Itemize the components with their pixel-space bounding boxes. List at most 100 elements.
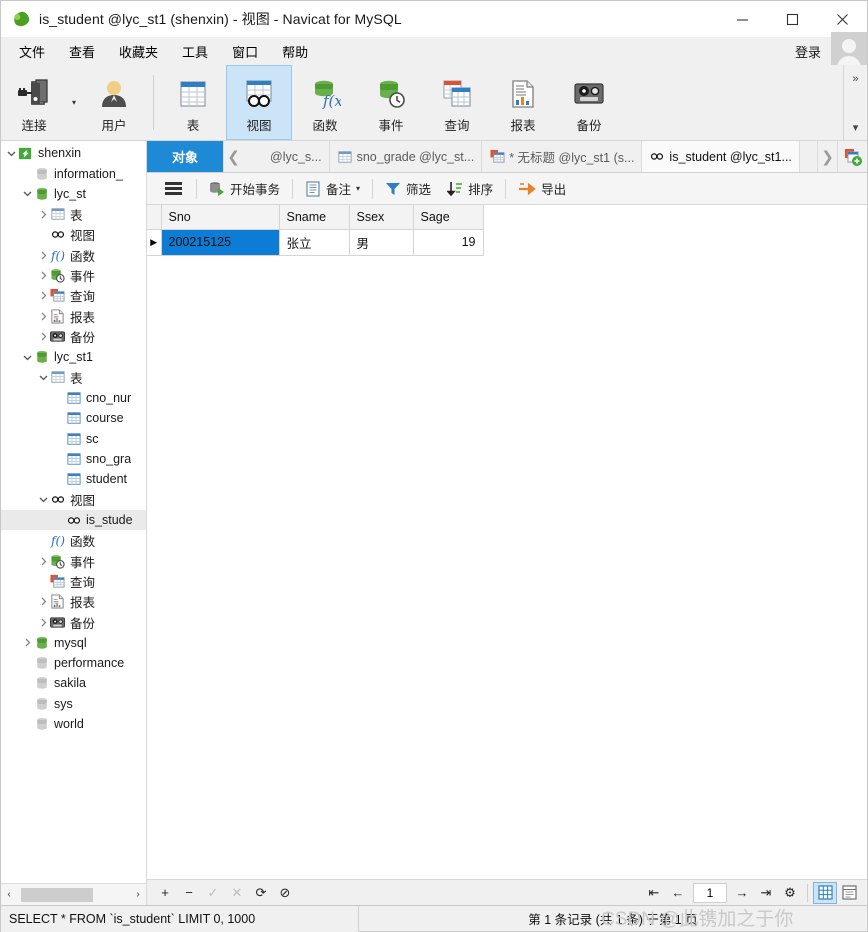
chevron-down-icon[interactable] [37, 373, 49, 382]
tree-node-cno_nur[interactable]: cno_nur [1, 388, 146, 408]
column-header[interactable]: Sno [161, 205, 280, 230]
tree-node-course[interactable]: course [1, 408, 146, 428]
tree-node-sno_gra[interactable]: sno_gra [1, 449, 146, 469]
tree-node-[interactable]: 查询 [1, 286, 146, 306]
tree-node-[interactable]: 事件 [1, 551, 146, 571]
menu-item-window[interactable]: 窗口 [220, 38, 270, 65]
chevron-down-icon[interactable] [5, 149, 17, 158]
tab-item[interactable]: @lyc_s... [243, 141, 330, 172]
tree-node-[interactable]: f() 函数 [1, 245, 146, 265]
column-header[interactable]: Sname [279, 205, 350, 230]
toolbar-overflow-icon[interactable]: » [852, 73, 858, 85]
scroll-left-icon[interactable]: ‹ [1, 889, 17, 900]
chevron-right-icon[interactable] [37, 557, 49, 566]
form-view-icon[interactable] [837, 882, 861, 904]
toolbar-button-backup[interactable]: 备份 [556, 65, 622, 140]
tree-node-is_stude[interactable]: is_stude [1, 510, 146, 531]
begin-transaction-button[interactable]: 开始事务 [201, 176, 288, 202]
tree-node-world[interactable]: world [1, 714, 146, 734]
table-row[interactable]: ▶ 200215125 张立男 19 [147, 229, 484, 256]
object-tree[interactable]: shenxin information_ lyc_st 表视图 f() 函数 事件 查询 报表备… [1, 141, 146, 883]
connection-dropdown-caret-icon[interactable]: ▾ [67, 65, 81, 140]
chevron-down-icon[interactable] [37, 495, 49, 504]
menu-item-favorites[interactable]: 收藏夹 [107, 38, 170, 65]
sort-button[interactable]: 排序 [439, 176, 501, 202]
tree-node-[interactable]: 事件 [1, 265, 146, 285]
tree-node-mysql[interactable]: mysql [1, 632, 146, 652]
refresh-button[interactable]: ⟳ [249, 882, 273, 904]
tree-node-shenxin[interactable]: shenxin [1, 143, 146, 163]
chevron-right-icon[interactable] [37, 332, 49, 341]
last-page-button[interactable]: ⇥ [754, 882, 778, 904]
add-record-button[interactable]: + [153, 882, 177, 904]
hamburger-icon[interactable] [155, 182, 192, 195]
chevron-down-icon[interactable] [21, 353, 33, 362]
minimize-button[interactable] [717, 1, 767, 37]
grid-cell[interactable]: 19 [413, 229, 484, 256]
chevron-right-icon[interactable] [37, 210, 49, 219]
chevron-right-icon[interactable] [21, 638, 33, 647]
delete-record-button[interactable]: − [177, 882, 201, 904]
toolbar-button-user[interactable]: 用户 [81, 65, 147, 140]
grid-view-icon[interactable] [813, 881, 837, 904]
toolbar-button-view[interactable]: 视图 [226, 65, 292, 140]
toolbar-button-event[interactable]: 事件 [358, 65, 424, 140]
tree-node-[interactable]: 查询 [1, 571, 146, 591]
tree-node-information_[interactable]: information_ [1, 163, 146, 183]
scrollbar-track[interactable] [17, 887, 130, 902]
tab-item[interactable]: * 无标题 @lyc_st1 (s... [482, 141, 643, 172]
menu-item-tools[interactable]: 工具 [170, 38, 220, 65]
tree-node-sys[interactable]: sys [1, 694, 146, 714]
scrollbar-thumb[interactable] [21, 887, 93, 902]
chevron-right-icon[interactable] [37, 271, 49, 280]
tab-scroll-left-icon[interactable]: ❮ [223, 141, 243, 172]
page-number-input[interactable]: 1 [693, 882, 727, 903]
note-caret-icon[interactable]: ▾ [356, 184, 360, 193]
toolbar-button-report[interactable]: 报表 [490, 65, 556, 140]
tab-scroll-right-icon[interactable]: ❯ [817, 141, 837, 172]
prev-page-button[interactable]: ← [666, 882, 690, 904]
next-page-button[interactable]: → [730, 882, 754, 904]
cancel-change-button[interactable]: ✕ [225, 882, 249, 904]
column-header[interactable]: Ssex [349, 205, 414, 230]
tree-node-[interactable]: 视图 [1, 225, 146, 245]
chevron-right-icon[interactable] [37, 312, 49, 321]
toolbar-button-function[interactable]: f(x) 函数 [292, 65, 358, 140]
tab-item[interactable]: sno_grade @lyc_st... [330, 141, 483, 172]
apply-change-button[interactable]: ✓ [201, 882, 225, 904]
settings-button[interactable]: ⚙ [778, 882, 802, 904]
chevron-right-icon[interactable] [37, 597, 49, 606]
menu-item-view[interactable]: 查看 [57, 38, 107, 65]
tree-node-[interactable]: 报表 [1, 592, 146, 612]
sidebar-horizontal-scrollbar[interactable]: ‹ › [1, 883, 146, 905]
grid-cell[interactable]: 200215125 [161, 229, 280, 256]
filter-button[interactable]: 筛选 [377, 176, 439, 202]
tree-node-lyc_st1[interactable]: lyc_st1 [1, 347, 146, 367]
note-button[interactable]: 备注 ▾ [297, 176, 368, 202]
grid-cell[interactable]: 张立 [279, 229, 350, 256]
export-button[interactable]: 导出 [510, 176, 574, 202]
tree-node-sc[interactable]: sc [1, 428, 146, 448]
login-link[interactable]: 登录 [785, 42, 831, 61]
tree-node-[interactable]: 表 [1, 367, 146, 387]
tab-objects[interactable]: 对象 [147, 141, 223, 172]
chevron-right-icon[interactable] [37, 251, 49, 260]
toolbar-button-query[interactable]: 查询 [424, 65, 490, 140]
toolbar-more-icon[interactable]: ▾ [853, 121, 859, 134]
tree-node-[interactable]: 报表 [1, 306, 146, 326]
tree-node-[interactable]: 表 [1, 204, 146, 224]
chevron-right-icon[interactable] [37, 291, 49, 300]
tree-node-[interactable]: 备份 [1, 612, 146, 632]
stop-button[interactable]: ⊘ [273, 882, 297, 904]
toolbar-button-connection[interactable]: 连接 [1, 65, 67, 140]
tree-node-[interactable]: 备份 [1, 327, 146, 347]
scroll-right-icon[interactable]: › [130, 889, 146, 900]
tab-item[interactable]: is_student @lyc_st1... [642, 141, 800, 172]
data-grid[interactable]: Sno Sname Ssex Sage ▶ 200215125 张立男 19 [147, 205, 867, 879]
column-header[interactable]: Sage [413, 205, 484, 230]
toolbar-overflow[interactable]: » ▾ [843, 65, 867, 140]
row-marker[interactable]: ▶ [147, 229, 162, 256]
tree-node-[interactable]: 视图 [1, 490, 146, 510]
tree-node-[interactable]: f() 函数 [1, 530, 146, 550]
first-page-button[interactable]: ⇤ [642, 882, 666, 904]
